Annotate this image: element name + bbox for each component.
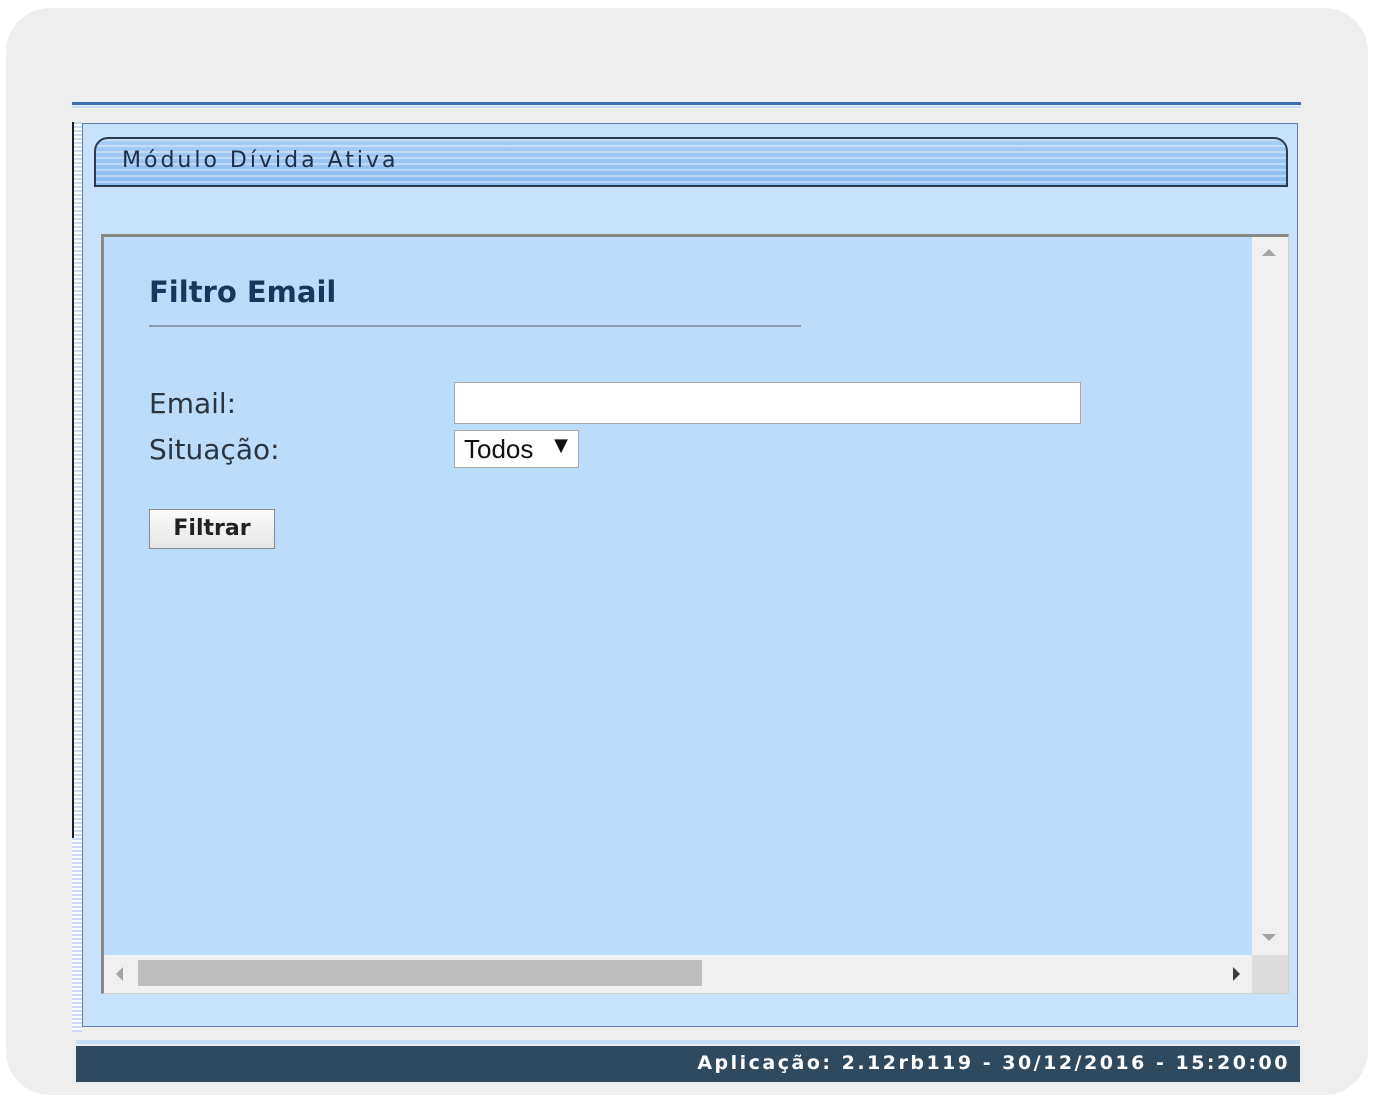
top-rule-highlight xyxy=(72,106,1301,108)
app-version-info: Aplicação: 2.12rb119 - 30/12/2016 - 15:2… xyxy=(697,1052,1290,1074)
scroll-down-arrow-icon[interactable] xyxy=(1262,934,1276,941)
footer-bar: Aplicação: 2.12rb119 - 30/12/2016 - 15:2… xyxy=(76,1046,1300,1082)
filter-button[interactable]: Filtrar xyxy=(149,509,275,549)
email-field[interactable] xyxy=(454,382,1081,424)
situacao-select[interactable]: Todos ▼ xyxy=(454,430,579,468)
page-title: Filtro Email xyxy=(149,275,337,309)
scroll-up-arrow-icon[interactable] xyxy=(1262,249,1276,256)
title-divider xyxy=(149,325,801,327)
situacao-label: Situação: xyxy=(149,433,280,466)
chevron-down-icon: ▼ xyxy=(554,435,568,456)
top-rule xyxy=(72,102,1301,105)
scroll-right-arrow-icon[interactable] xyxy=(1233,967,1240,981)
scrollbar-corner xyxy=(1252,955,1288,993)
module-header: Módulo Dívida Ativa xyxy=(94,137,1288,187)
email-label: Email: xyxy=(149,387,237,420)
left-border-line xyxy=(72,122,74,838)
horizontal-scroll-thumb[interactable] xyxy=(138,960,702,986)
scroll-left-arrow-icon[interactable] xyxy=(116,967,123,981)
footer-highlight xyxy=(76,1040,1300,1044)
situacao-selected-value: Todos xyxy=(464,434,534,464)
content-frame: Filtro Email Email: Situação: Todos ▼ Fi… xyxy=(101,234,1289,994)
module-title: Módulo Dívida Ativa xyxy=(122,148,399,173)
vertical-scrollbar[interactable] xyxy=(1252,237,1288,955)
horizontal-scrollbar[interactable] xyxy=(104,955,1252,993)
